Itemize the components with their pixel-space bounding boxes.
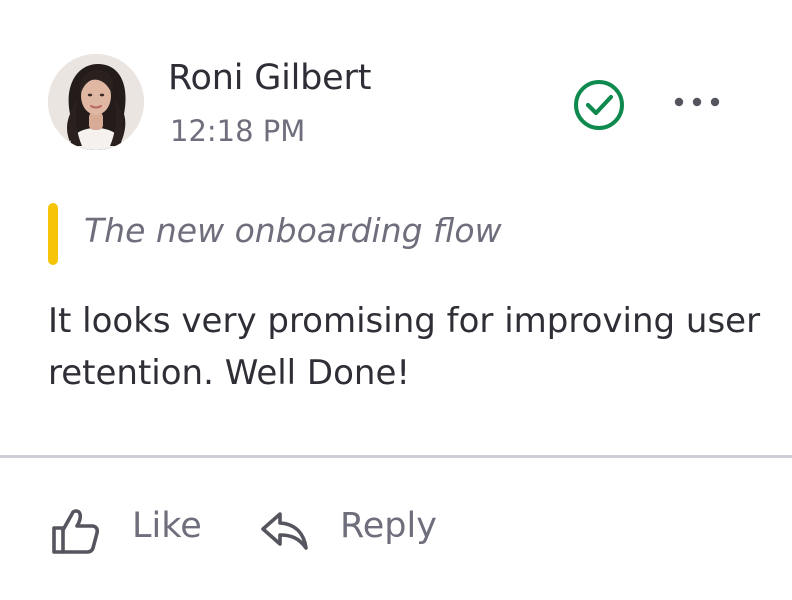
quoted-text: The new onboarding flow xyxy=(48,203,748,265)
reply-icon xyxy=(258,504,312,558)
comment-timestamp: 12:18 PM xyxy=(170,114,306,148)
avatar[interactable] xyxy=(48,54,144,150)
quote-accent-bar xyxy=(48,203,58,265)
comment-card: Roni Gilbert 12:18 PM The new onboarding… xyxy=(0,0,792,600)
reply-button[interactable]: Reply xyxy=(258,500,458,560)
like-button[interactable]: Like xyxy=(48,500,218,560)
author-name: Roni Gilbert xyxy=(168,58,372,98)
comment-body: It looks very promising for improving us… xyxy=(48,301,761,393)
thumbs-up-icon xyxy=(48,504,102,558)
quote-text: The new onboarding flow xyxy=(84,211,502,250)
reply-label: Reply xyxy=(340,506,437,546)
more-horizontal-icon[interactable] xyxy=(672,90,722,114)
check-circle-icon[interactable] xyxy=(572,78,626,132)
like-label: Like xyxy=(132,506,202,546)
comment-actions: Like Reply xyxy=(48,500,748,560)
divider xyxy=(0,455,792,458)
person-photo-icon xyxy=(48,54,144,150)
comment-header: Roni Gilbert 12:18 PM xyxy=(48,54,748,154)
